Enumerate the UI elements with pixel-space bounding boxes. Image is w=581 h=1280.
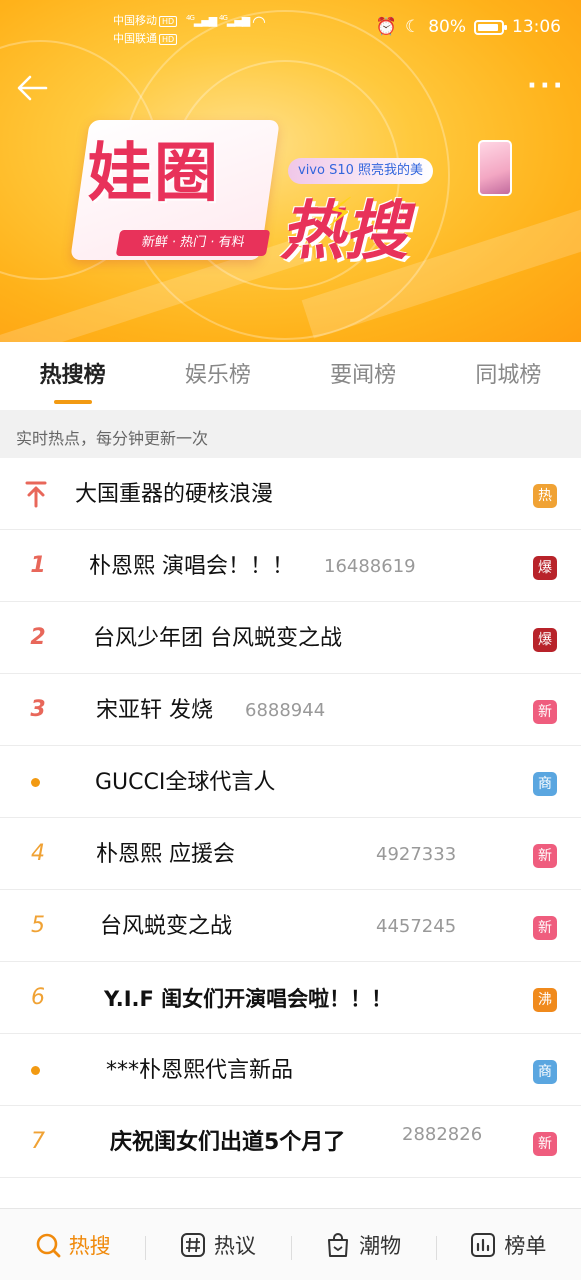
new-badge: 新 <box>533 916 557 940</box>
list-item[interactable]: 4 朴恩熙 应援会 4927333 新 <box>0 818 581 890</box>
rank-number: 1 <box>30 553 46 578</box>
list-item[interactable]: 1 朴恩熙 演唱会！！！ 16488619 爆 <box>0 530 581 602</box>
heat-count: 4927333 <box>376 844 457 865</box>
wifi-icon: ◠ <box>252 12 266 31</box>
list-item[interactable]: 5 台风蜕变之战 4457245 新 <box>0 890 581 962</box>
battery-percent: 80% <box>428 17 466 37</box>
item-title[interactable]: 朴恩熙 应援会 <box>96 818 235 890</box>
clock: 13:06 <box>512 17 561 37</box>
rank-number: 2 <box>30 625 46 650</box>
nav-discussion[interactable]: 热议 <box>145 1230 290 1260</box>
rank-number: 3 <box>30 697 46 722</box>
lightning-icon: ⚡ <box>326 190 355 236</box>
rank-number: 6 <box>31 985 45 1010</box>
sponsor-tag[interactable]: vivo S10 照亮我的美 <box>288 158 434 184</box>
item-title[interactable]: ***朴恩熙代言新品 <box>106 1034 293 1106</box>
hot-search-list: 大国重器的硬核浪漫 热 1 朴恩熙 演唱会！！！ 16488619 爆 2 台风… <box>0 458 581 1178</box>
boom-badge: 爆 <box>533 628 557 652</box>
search-icon <box>36 1233 61 1257</box>
item-title[interactable]: 朴恩熙 演唱会！！！ <box>89 530 294 602</box>
nav-label: 榜单 <box>504 1233 547 1258</box>
moon-icon: ☾ <box>404 17 421 37</box>
signal-icon: 4G▂▄▆ <box>219 14 250 27</box>
rank-number: 4 <box>31 841 45 866</box>
list-item[interactable]: 7 庆祝闺女们出道5个月了 2882826 新 <box>0 1106 581 1178</box>
new-badge: 新 <box>533 1132 557 1156</box>
heat-count: 6888944 <box>245 700 326 721</box>
hash-icon <box>180 1232 205 1257</box>
item-title[interactable]: 庆祝闺女们出道5个月了 <box>110 1106 345 1178</box>
chart-icon <box>471 1232 496 1257</box>
item-title[interactable]: 宋亚轩 发烧 <box>96 674 213 746</box>
update-notice: 实时热点，每分钟更新一次 <box>0 410 581 458</box>
nav-label: 热议 <box>213 1233 256 1258</box>
heat-count: 2882826 <box>402 1124 483 1145</box>
nav-label: 潮物 <box>359 1233 402 1258</box>
promoted-dot <box>31 1066 40 1075</box>
item-title[interactable]: Y.I.F 闺女们开演唱会啦！！！ <box>104 962 392 1034</box>
list-item[interactable]: 大国重器的硬核浪漫 热 <box>0 458 581 530</box>
status-bar: 中国移动 HD 中国联通 HD 4G▂▄▆ 4G▂▄▆ ◠ ⏰ ☾ 80% 13:0… <box>0 0 581 58</box>
hot-badge: 热 <box>533 484 557 508</box>
back-arrow-icon[interactable] <box>14 70 54 110</box>
battery-icon <box>474 19 507 35</box>
banner-logo-title: 娃圈 <box>88 136 220 211</box>
nav-trending-goods[interactable]: 潮物 <box>290 1230 436 1260</box>
ranking-tabs: 热搜榜 娱乐榜 要闻榜 同城榜 <box>0 342 581 410</box>
item-title[interactable]: 台风少年团 台风蜕变之战 <box>93 602 342 674</box>
heat-count: 16488619 <box>324 556 416 577</box>
ad-badge: 商 <box>533 772 557 796</box>
shopping-bag-icon <box>328 1232 349 1257</box>
promoted-dot <box>31 778 40 787</box>
alarm-icon: ⏰ <box>375 17 397 37</box>
carrier-2: 中国联通 HD <box>113 30 178 46</box>
tab-news[interactable]: 要闻榜 <box>291 342 436 410</box>
carrier-1: 中国移动 HD <box>113 12 178 28</box>
boom-badge: 爆 <box>533 556 557 580</box>
item-title[interactable]: 大国重器的硬核浪漫 <box>75 458 273 530</box>
status-right: ⏰ ☾ 80% 13:06 <box>376 17 561 37</box>
signal-icon: 4G▂▄▆ <box>186 14 217 27</box>
item-title[interactable]: 台风蜕变之战 <box>100 890 232 962</box>
item-title[interactable]: GUCCI全球代言人 <box>95 746 275 818</box>
pin-top-icon <box>24 480 48 508</box>
new-badge: 新 <box>533 844 557 868</box>
ad-badge: 商 <box>533 1060 557 1084</box>
boiling-badge: 沸 <box>533 988 557 1012</box>
more-icon[interactable]: ··· <box>527 73 567 102</box>
rank-number: 5 <box>31 913 45 938</box>
banner-logo-subtitle: 新鲜 · 热门 · 有料 <box>115 230 271 256</box>
rank-number: 7 <box>31 1129 45 1154</box>
list-item[interactable]: 3 宋亚轩 发烧 6888944 新 <box>0 674 581 746</box>
list-item[interactable]: GUCCI全球代言人 商 <box>0 746 581 818</box>
nav-rankings[interactable]: 榜单 <box>435 1230 581 1260</box>
heat-count: 4457245 <box>376 916 457 937</box>
list-item[interactable]: 2 台风少年团 台风蜕变之战 爆 <box>0 602 581 674</box>
list-item[interactable]: ***朴恩熙代言新品 商 <box>0 1034 581 1106</box>
tab-hot-search[interactable]: 热搜榜 <box>0 342 145 410</box>
nav-label: 热搜 <box>68 1233 111 1258</box>
nav-hot-search[interactable]: 热搜 <box>0 1230 145 1260</box>
list-item[interactable]: 6 Y.I.F 闺女们开演唱会啦！！！ 沸 <box>0 962 581 1034</box>
tab-entertainment[interactable]: 娱乐榜 <box>145 342 290 410</box>
bottom-nav: 热搜 热议 潮物 榜单 <box>0 1208 581 1280</box>
sponsor-phone-image <box>478 140 512 196</box>
new-badge: 新 <box>533 700 557 724</box>
tab-local[interactable]: 同城榜 <box>436 342 581 410</box>
